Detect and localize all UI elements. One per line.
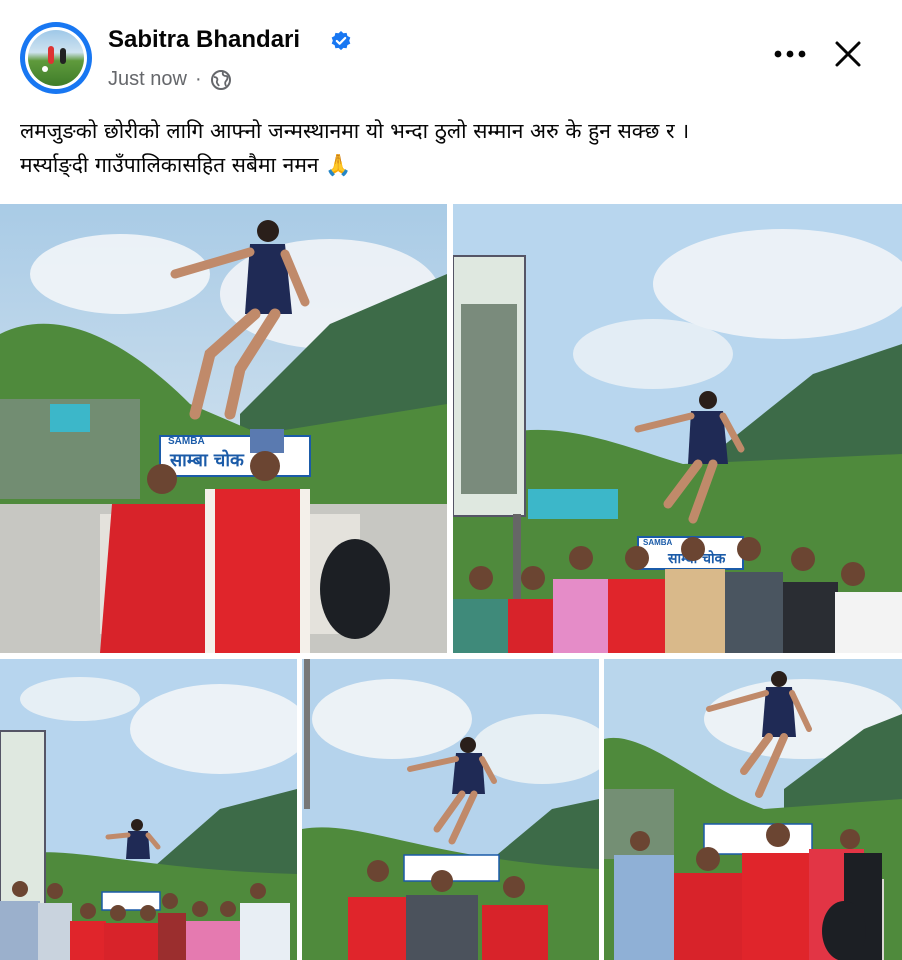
- post-photo-1[interactable]: SAMBA साम्बा चोक: [0, 204, 447, 653]
- post-photo-5[interactable]: [604, 659, 902, 960]
- meta-separator: ·: [194, 68, 202, 90]
- timestamp[interactable]: Just now: [108, 68, 187, 91]
- more-options-button[interactable]: [768, 36, 812, 72]
- sign-top-label: SAMBA: [168, 436, 205, 447]
- photo-1-image: SAMBA साम्बा चोक: [0, 204, 447, 653]
- photo-4-image: [302, 659, 599, 960]
- globe-icon[interactable]: [210, 69, 232, 91]
- photo-5-image: [604, 659, 902, 960]
- author-name[interactable]: Sabitra Bhandari: [108, 26, 300, 54]
- photo-3-image: [0, 659, 297, 960]
- post-caption: लमजुङको छोरीको लागि आफ्नो जन्मस्थानमा यो…: [20, 114, 880, 182]
- post-meta: Just now ·: [108, 68, 232, 91]
- close-button[interactable]: [830, 36, 866, 72]
- sign-main-label: साम्बा चोक: [169, 449, 245, 471]
- post-photo-3[interactable]: [0, 659, 297, 960]
- post-card: Sabitra Bhandari Just now · लमजुङको छोरी…: [0, 0, 902, 960]
- photo-2-image: SAMBA साम्बा चोक: [453, 204, 902, 653]
- post-photo-4[interactable]: [302, 659, 599, 960]
- caption-line-1: लमजुङको छोरीको लागि आफ्नो जन्मस्थानमा यो…: [20, 119, 690, 143]
- avatar-image: [28, 30, 84, 86]
- post-photo-2[interactable]: SAMBA साम्बा चोक: [453, 204, 902, 653]
- caption-line-2: मर्स्याङ्दी गाउँपालिकासहित सबैमा नमन 🙏: [20, 153, 352, 177]
- close-icon: [835, 41, 861, 67]
- more-horizontal-icon: [774, 50, 806, 58]
- verified-badge-icon: [331, 31, 351, 51]
- sign-top-label: SAMBA: [643, 538, 673, 547]
- avatar[interactable]: [20, 22, 92, 94]
